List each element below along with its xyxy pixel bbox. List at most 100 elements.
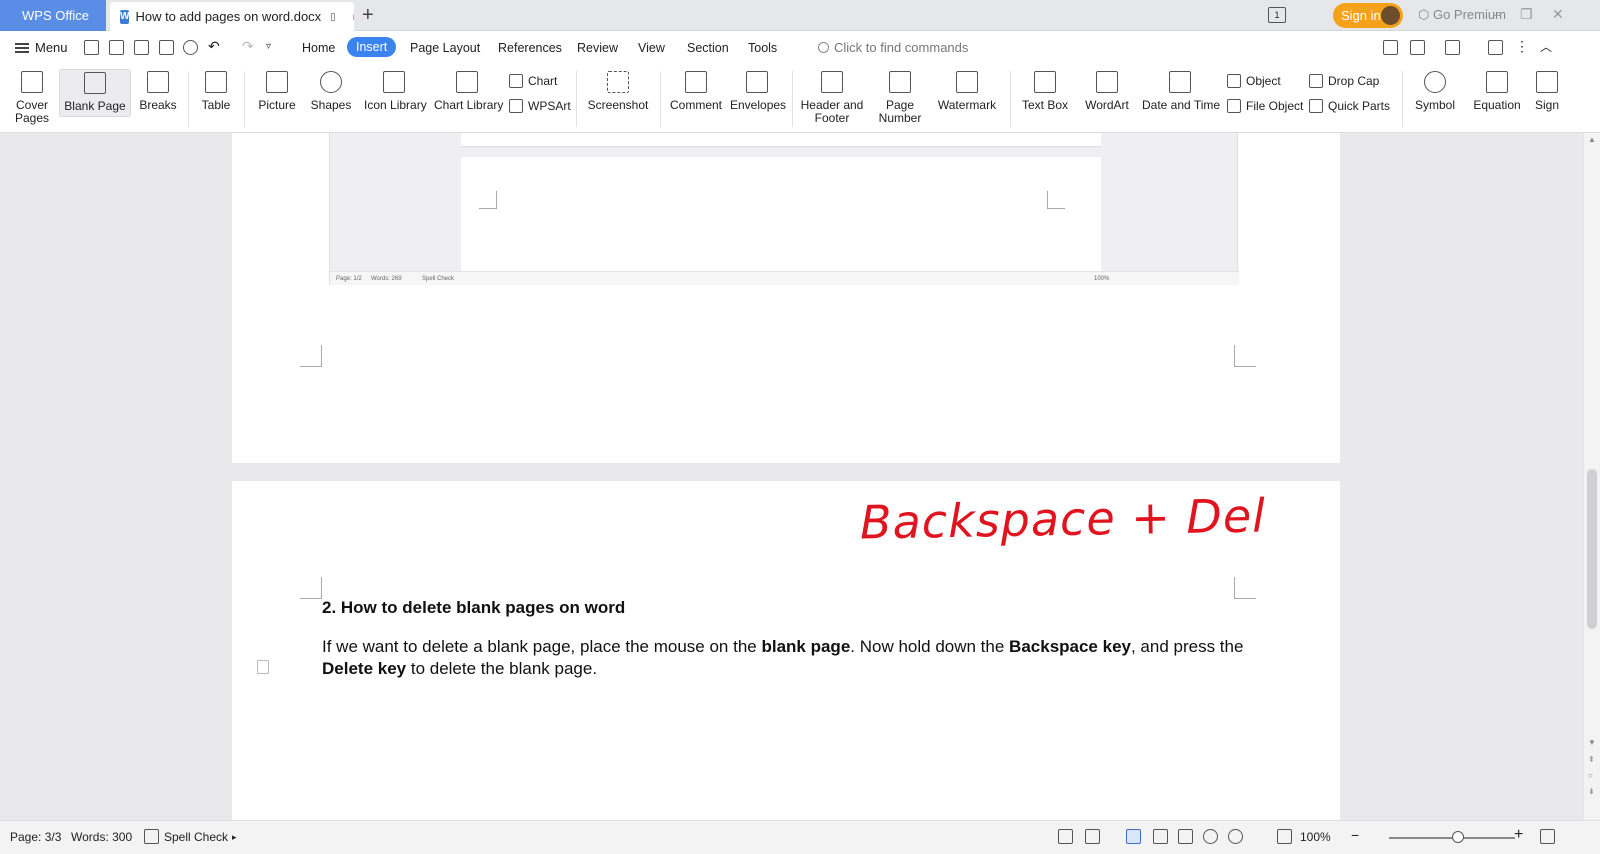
zoom-out-button[interactable]: − — [1351, 827, 1359, 843]
watermark-button[interactable]: Watermark — [934, 69, 1000, 112]
page-2[interactable]: Page: 1/2 Words: 269 Spell Check 100% — [232, 133, 1340, 463]
collapse-ribbon-icon[interactable]: ︿ — [1540, 38, 1555, 54]
para-bold-blank-page: blank page — [761, 637, 851, 656]
date-time-button[interactable]: Date and Time — [1142, 69, 1220, 112]
next-page-icon[interactable]: ⇟ — [1588, 787, 1595, 796]
quick-parts-button[interactable]: Quick Parts — [1309, 99, 1390, 113]
web-layout-icon[interactable] — [1203, 829, 1218, 844]
customize-quick-access-icon[interactable]: ▿ — [266, 41, 281, 56]
document-tab[interactable]: W How to add pages on word.docx — [110, 2, 354, 31]
wps-office-home-tab[interactable]: WPS Office — [0, 0, 106, 31]
envelopes-button[interactable]: Envelopes — [730, 69, 786, 112]
tab-review[interactable]: Review — [577, 41, 618, 55]
document-canvas[interactable]: Page: 1/2 Words: 269 Spell Check 100% — [0, 133, 1583, 820]
zoom-in-button[interactable]: + — [1514, 826, 1523, 844]
upload-icon[interactable] — [1410, 40, 1425, 55]
word-count[interactable]: Words: 300 — [71, 830, 132, 844]
wordart-button[interactable]: WordArt — [1080, 69, 1134, 112]
tab-section[interactable]: Section — [687, 41, 729, 55]
section-heading[interactable]: 2. How to delete blank pages on word — [322, 598, 625, 618]
print-icon[interactable] — [159, 40, 174, 55]
body-paragraph[interactable]: If we want to delete a blank page, place… — [322, 636, 1252, 680]
new-tab-button[interactable]: + — [362, 4, 374, 27]
blank-page-button[interactable]: Blank Page — [59, 69, 131, 117]
undo-icon[interactable]: ↶ — [208, 38, 223, 54]
object-button[interactable]: Object — [1227, 74, 1281, 88]
comment-panel-icon[interactable] — [1488, 40, 1503, 55]
icon-library-button[interactable]: Icon Library — [364, 69, 427, 112]
wpsart-label: WPSArt — [528, 99, 571, 113]
scroll-down-icon[interactable]: ▼ — [1588, 738, 1596, 747]
screenshot-button[interactable]: Screenshot — [584, 69, 652, 112]
shapes-button[interactable]: Shapes — [308, 69, 354, 112]
chart-library-button[interactable]: Chart Library — [434, 69, 503, 112]
reading-view-icon[interactable] — [1178, 829, 1193, 844]
fullscreen-icon[interactable] — [1540, 829, 1555, 844]
cover-pages-button[interactable]: Cover Pages — [10, 69, 54, 125]
fit-page-icon[interactable] — [1277, 829, 1292, 844]
comment-button[interactable]: Comment — [670, 69, 722, 112]
spell-check-icon — [144, 829, 159, 844]
ribbon-separator — [1010, 71, 1011, 127]
quick-parts-icon — [1309, 99, 1323, 113]
paragraph-handle-icon[interactable] — [257, 660, 269, 674]
menu-button[interactable]: Menu — [15, 40, 68, 55]
chart-button[interactable]: Chart — [509, 74, 557, 88]
print-preview-icon[interactable] — [183, 40, 198, 55]
scroll-up-icon[interactable]: ▲ — [1588, 135, 1596, 144]
sync-icon[interactable] — [1445, 40, 1460, 55]
scrollbar-thumb[interactable] — [1587, 469, 1597, 629]
minimize-button[interactable]: – — [1493, 6, 1501, 22]
embedded-screenshot-image[interactable]: Page: 1/2 Words: 269 Spell Check 100% — [329, 133, 1239, 285]
table-button[interactable]: Table — [196, 69, 236, 112]
wordart-label: WordArt — [1085, 98, 1129, 112]
shapes-icon — [320, 71, 342, 93]
track-changes-icon[interactable] — [1085, 829, 1100, 844]
export-pdf-icon[interactable] — [134, 40, 149, 55]
para-text: If we want to delete a blank page, place… — [322, 637, 762, 656]
prev-page-icon[interactable]: ⇞ — [1588, 755, 1595, 764]
header-footer-button[interactable]: Header and Footer — [800, 69, 864, 125]
restore-button[interactable]: ❐ — [1520, 6, 1533, 23]
command-search[interactable]: Click to find commands — [818, 40, 968, 55]
protect-doc-icon[interactable] — [1058, 829, 1073, 844]
page-count-icon[interactable]: 1 — [1268, 7, 1286, 23]
hamburger-icon — [15, 42, 29, 53]
select-browse-object-icon[interactable]: ○ — [1588, 771, 1593, 780]
vertical-scrollbar[interactable]: ▲ ▼ ⇞ ○ ⇟ — [1583, 133, 1600, 820]
redo-icon[interactable]: ↷ — [242, 38, 257, 54]
save-icon[interactable] — [109, 40, 124, 55]
outline-view-icon[interactable] — [1153, 829, 1168, 844]
tab-view[interactable]: View — [638, 41, 665, 55]
open-folder-icon[interactable] — [84, 40, 99, 55]
tab-home[interactable]: Home — [302, 41, 335, 55]
drop-cap-button[interactable]: Drop Cap — [1309, 74, 1379, 88]
table-icon — [205, 71, 227, 93]
tab-page-layout[interactable]: Page Layout — [410, 41, 480, 55]
close-button[interactable]: ✕ — [1552, 6, 1564, 23]
share-user-icon[interactable] — [1383, 40, 1398, 55]
text-box-button[interactable]: Text Box — [1018, 69, 1072, 112]
equation-button[interactable]: Equation — [1468, 69, 1526, 112]
zoom-slider-handle[interactable] — [1452, 831, 1465, 843]
wpsart-button[interactable]: WPSArt — [509, 99, 571, 113]
tab-insert[interactable]: Insert — [347, 37, 397, 57]
page-count[interactable]: Page: 3/3 — [10, 830, 61, 844]
symbol-button[interactable]: Symbol — [1410, 69, 1460, 112]
picture-button[interactable]: Picture — [254, 69, 300, 112]
tab-references[interactable]: References — [498, 41, 562, 55]
more-options-icon[interactable]: ⋮ — [1515, 38, 1530, 54]
signature-button[interactable]: Sign — [1534, 69, 1560, 112]
eye-protection-icon[interactable] — [1228, 829, 1243, 844]
search-icon — [818, 42, 829, 53]
spell-check-button[interactable]: Spell Check — [164, 830, 228, 844]
print-layout-view-icon[interactable] — [1126, 829, 1141, 844]
expand-arrow-icon[interactable]: ▸ — [232, 832, 237, 843]
page-number-button[interactable]: Page Number — [874, 69, 926, 125]
sign-in-button[interactable]: Sign in — [1333, 3, 1403, 28]
breaks-button[interactable]: Breaks — [136, 69, 180, 112]
zoom-level[interactable]: 100% — [1300, 830, 1331, 844]
tab-tools[interactable]: Tools — [748, 41, 777, 55]
file-object-button[interactable]: File Object — [1227, 99, 1303, 113]
chart-label: Chart — [528, 74, 558, 88]
